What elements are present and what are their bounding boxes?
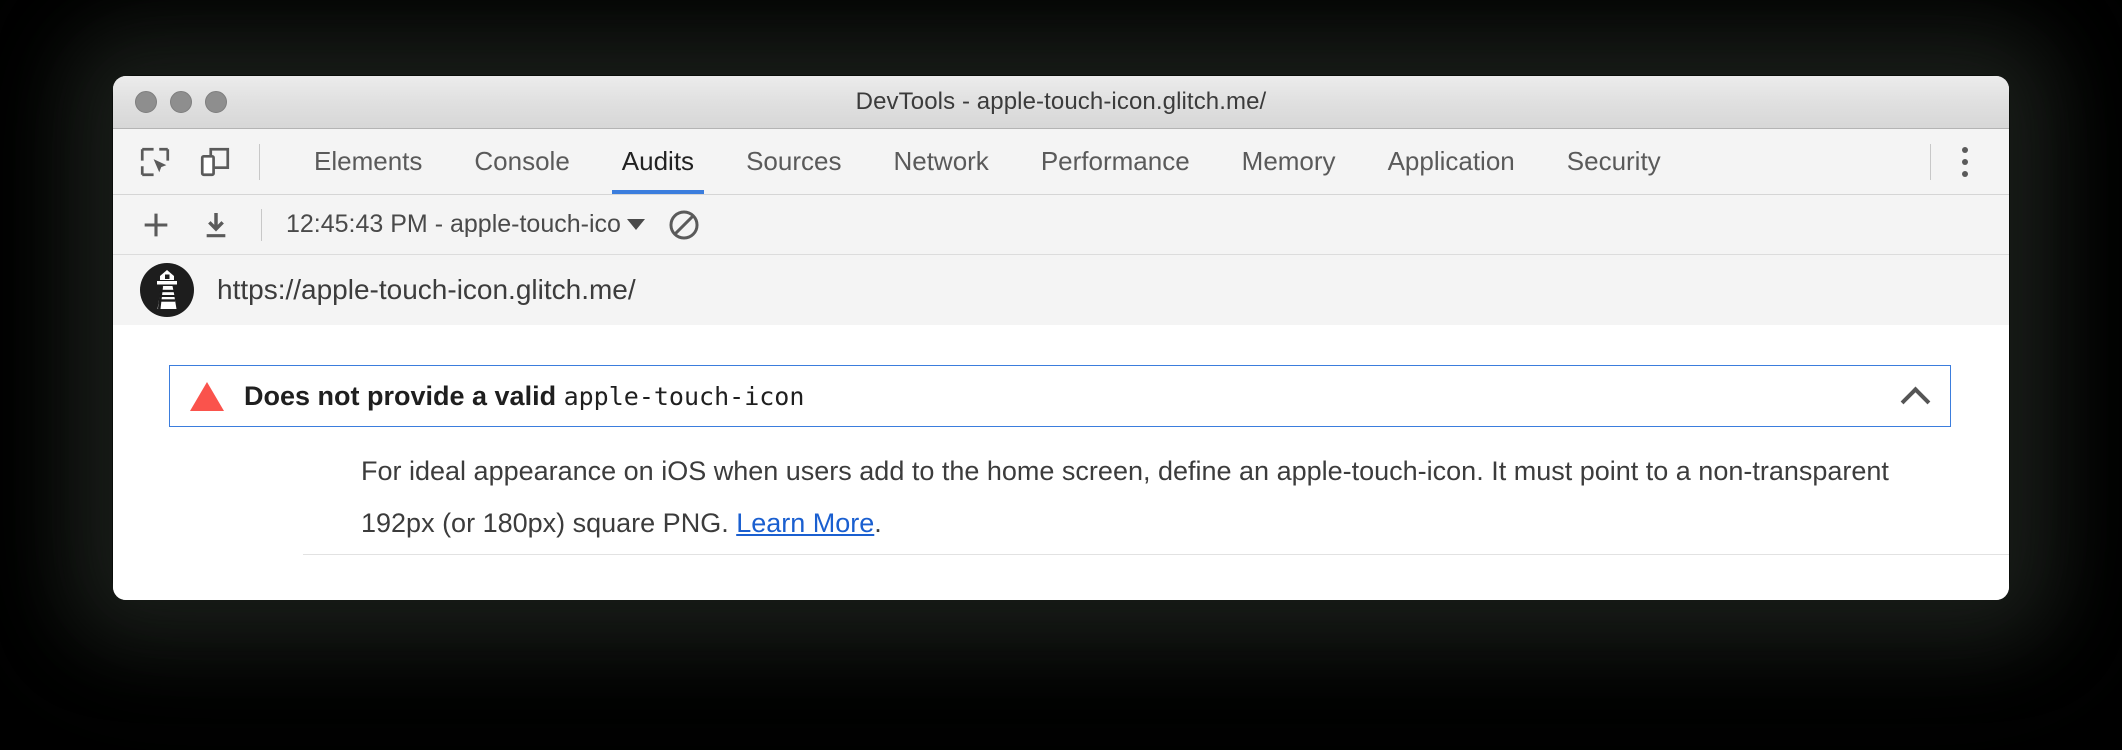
- tab-security[interactable]: Security: [1541, 129, 1687, 194]
- report-selector-dropdown[interactable]: 12:45:43 PM - apple-touch-ico: [286, 210, 645, 239]
- tab-label: Performance: [1040, 146, 1190, 176]
- scrolled-cutoff-text: .: [113, 325, 2009, 333]
- warning-triangle-icon: [190, 381, 224, 411]
- chevron-down-icon: [626, 219, 645, 230]
- tab-application[interactable]: Application: [1362, 129, 1541, 194]
- plus-icon[interactable]: [135, 204, 177, 246]
- audit-item-title: Does not provide a valid apple-touch-ico…: [244, 381, 804, 412]
- device-toolbar-icon[interactable]: [195, 142, 235, 182]
- devtools-tabbar: Elements Console Audits Sources Network …: [113, 129, 2009, 195]
- audit-item-apple-touch-icon[interactable]: Does not provide a valid apple-touch-ico…: [169, 365, 1951, 427]
- traffic-light-buttons[interactable]: [135, 91, 227, 113]
- dot: [1962, 146, 1968, 153]
- devtools-tabs: Elements Console Audits Sources Network …: [264, 129, 1926, 194]
- report-selector-label: 12:45:43 PM - apple-touch-ico: [286, 210, 621, 238]
- report-section-divider: [303, 554, 2009, 555]
- tab-label: Security: [1566, 146, 1661, 176]
- description-period: .: [874, 508, 882, 538]
- tab-performance[interactable]: Performance: [1015, 129, 1216, 194]
- window-title: DevTools - apple-touch-icon.glitch.me/: [855, 88, 1267, 115]
- lighthouse-logo: [139, 262, 195, 318]
- tab-label: Audits: [621, 146, 695, 176]
- close-button[interactable]: [135, 91, 157, 113]
- audits-toolbar-divider: [261, 208, 262, 241]
- tab-audits[interactable]: Audits: [596, 129, 720, 194]
- chevron-up-icon[interactable]: [1902, 383, 1928, 409]
- tabbar-divider: [259, 143, 260, 180]
- devtools-window: DevTools - apple-touch-icon.glitch.me/ E…: [113, 76, 2009, 600]
- no-entry-clear-icon[interactable]: [663, 204, 705, 246]
- learn-more-link[interactable]: Learn More: [736, 508, 874, 538]
- tabbar-right-group: [1926, 129, 2009, 194]
- tab-label: Console: [474, 146, 570, 176]
- tabbar-right-divider: [1930, 143, 1931, 180]
- tab-memory[interactable]: Memory: [1216, 129, 1362, 194]
- minimize-button[interactable]: [170, 91, 192, 113]
- audited-url-row: https://apple-touch-icon.glitch.me/: [113, 255, 2009, 325]
- audit-report-body: . Does not provide a valid apple-touch-i…: [113, 325, 2009, 600]
- audits-toolbar: 12:45:43 PM - apple-touch-ico: [113, 195, 2009, 255]
- dot: [1962, 170, 1968, 177]
- tab-sources[interactable]: Sources: [720, 129, 867, 194]
- description-text: For ideal appearance on iOS when users a…: [361, 456, 1889, 538]
- audit-item-description: For ideal appearance on iOS when users a…: [361, 445, 1961, 549]
- tab-label: Network: [893, 146, 989, 176]
- screenshot-stage: DevTools - apple-touch-icon.glitch.me/ E…: [0, 0, 2122, 750]
- zoom-button[interactable]: [205, 91, 227, 113]
- audit-title-code: apple-touch-icon: [563, 381, 805, 411]
- vertical-dots-icon[interactable]: [1945, 139, 1985, 185]
- devtools-tool-icons: [135, 129, 255, 194]
- tab-elements[interactable]: Elements: [288, 129, 448, 194]
- audit-title-text: Does not provide a valid: [244, 380, 564, 411]
- tab-label: Memory: [1241, 146, 1336, 176]
- download-icon[interactable]: [195, 204, 237, 246]
- tab-label: Elements: [314, 146, 423, 176]
- inspect-element-icon[interactable]: [135, 142, 175, 182]
- dot: [1962, 158, 1968, 165]
- tab-label: Application: [1387, 146, 1515, 176]
- tab-label: Sources: [746, 146, 842, 176]
- tab-network[interactable]: Network: [867, 129, 1014, 194]
- tab-console[interactable]: Console: [448, 129, 595, 194]
- window-titlebar: DevTools - apple-touch-icon.glitch.me/: [113, 76, 2009, 129]
- audited-url: https://apple-touch-icon.glitch.me/: [217, 274, 636, 305]
